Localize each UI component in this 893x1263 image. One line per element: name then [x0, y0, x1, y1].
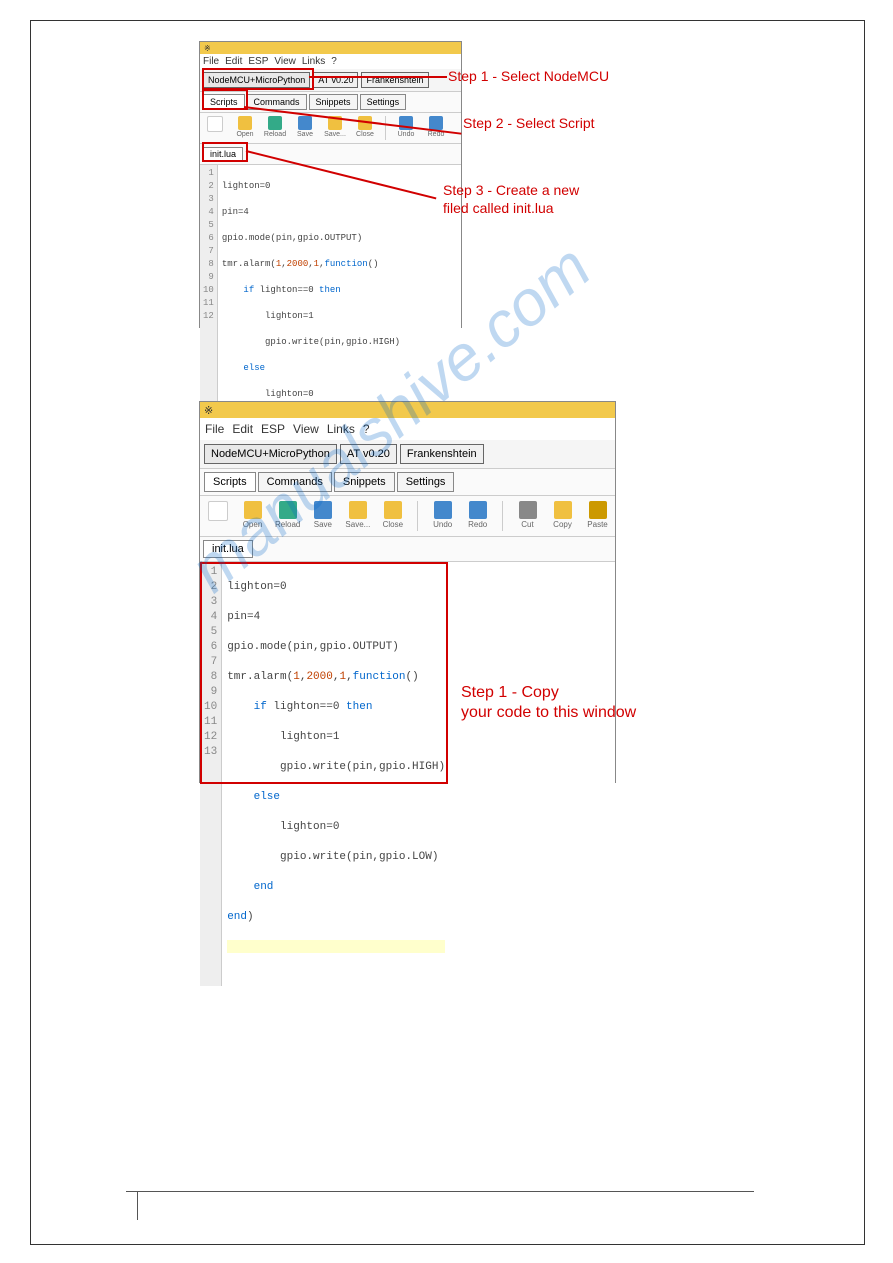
filetab-initlua[interactable]: init.lua [203, 540, 253, 558]
tab-scripts[interactable]: Scripts [203, 94, 245, 110]
menu-view[interactable]: View [293, 422, 319, 436]
filetab-initlua[interactable]: init.lua [203, 147, 243, 161]
undo-icon [434, 501, 452, 519]
titlebar: ※ [200, 402, 615, 418]
tab-scripts[interactable]: Scripts [204, 472, 256, 492]
titlebar: ※ [200, 42, 461, 54]
new-icon [208, 501, 228, 521]
btn-new[interactable] [205, 501, 230, 531]
firmware-tab-row: NodeMCU+MicroPython AT v0.20 Frankenshte… [200, 440, 615, 469]
menu-links[interactable]: Links [327, 422, 355, 436]
save-icon [314, 501, 332, 519]
menubar: File Edit ESP View Links ? [200, 54, 461, 69]
menu-links[interactable]: Links [302, 56, 325, 67]
btn-reload[interactable]: Reload [275, 501, 300, 531]
paste-icon [589, 501, 607, 519]
tab-at[interactable]: AT v0.20 [340, 444, 397, 464]
btn-saveas[interactable]: Save... [345, 501, 370, 531]
btn-copy[interactable]: Copy [550, 501, 575, 531]
tab-nodemcu[interactable]: NodeMCU+MicroPython [204, 444, 337, 464]
menu-edit[interactable]: Edit [232, 422, 253, 436]
tab-settings[interactable]: Settings [397, 472, 455, 492]
footer-rule [126, 1191, 754, 1192]
app-icon: ※ [204, 44, 211, 53]
tab-snippets[interactable]: Snippets [334, 472, 395, 492]
btn-open[interactable]: Open [240, 501, 265, 531]
tab-at[interactable]: AT v0.20 [313, 72, 358, 88]
screenshot-2: ※ File Edit ESP View Links ? NodeMCU+Mic… [199, 401, 616, 783]
anno-step1b-a: Step 1 - Copy [461, 684, 559, 702]
firmware-tab-row: NodeMCU+MicroPython AT v0.20 Frankenshte… [200, 69, 461, 92]
line-gutter: 1234 5678 9101112 13 [200, 562, 222, 986]
saveas-icon [349, 501, 367, 519]
sub-tab-row: Scripts Commands Snippets Settings [200, 469, 615, 496]
btn-save[interactable]: Save [310, 501, 335, 531]
tab-frankenshtein[interactable]: Frankenshtein [400, 444, 484, 464]
separator [417, 501, 418, 531]
tab-nodemcu[interactable]: NodeMCU+MicroPython [203, 72, 310, 88]
redo-icon [429, 116, 443, 130]
screenshot-1: ※ File Edit ESP View Links ? NodeMCU+Mic… [199, 41, 462, 328]
page-frame: ※ File Edit ESP View Links ? NodeMCU+Mic… [30, 20, 865, 1245]
tab-settings[interactable]: Settings [360, 94, 407, 110]
app-icon: ※ [204, 404, 213, 417]
close-icon [384, 501, 402, 519]
anno-step1b-b: your code to this window [461, 704, 636, 722]
copy-icon [554, 501, 572, 519]
btn-close[interactable]: Close [380, 501, 405, 531]
arrow-1 [309, 76, 447, 78]
anno-step3a: Step 3 - Create a new [443, 181, 579, 199]
cut-icon [519, 501, 537, 519]
open-icon [238, 116, 252, 130]
menu-edit[interactable]: Edit [225, 56, 242, 67]
anno-step2: Step 2 - Select Script [463, 114, 595, 132]
menu-help[interactable]: ? [331, 56, 337, 67]
separator [502, 501, 503, 531]
btn-new[interactable] [203, 116, 227, 140]
btn-redo[interactable]: Redo [465, 501, 490, 531]
redo-icon [469, 501, 487, 519]
separator [385, 116, 386, 140]
anno-step1: Step 1 - Select NodeMCU [448, 67, 609, 85]
footer-vertical [137, 1192, 138, 1220]
tab-commands[interactable]: Commands [258, 472, 332, 492]
btn-paste[interactable]: Paste [585, 501, 610, 531]
btn-open[interactable]: Open [233, 116, 257, 140]
menu-esp[interactable]: ESP [261, 422, 285, 436]
menu-help[interactable]: ? [363, 422, 370, 436]
btn-reload[interactable]: Reload [263, 116, 287, 140]
reload-icon [279, 501, 297, 519]
file-tab-row: init.lua [200, 144, 461, 165]
tab-frankenshtein[interactable]: Frankenshtein [361, 72, 428, 88]
reload-icon [268, 116, 282, 130]
btn-undo[interactable]: Undo [430, 501, 455, 531]
code-text[interactable]: lighton=0 pin=4 gpio.mode(pin,gpio.OUTPU… [222, 562, 450, 986]
toolbar: Open Reload Save Save... Close Undo Redo… [200, 496, 615, 537]
btn-save[interactable]: Save [293, 116, 317, 140]
menu-file[interactable]: File [203, 56, 219, 67]
btn-cut[interactable]: Cut [515, 501, 540, 531]
file-tab-row: init.lua [200, 537, 615, 562]
open-icon [244, 501, 262, 519]
menu-view[interactable]: View [274, 56, 296, 67]
tab-snippets[interactable]: Snippets [309, 94, 358, 110]
sub-tab-row: Scripts Commands Snippets Settings [200, 92, 461, 113]
code-editor[interactable]: 1234 5678 9101112 13 lighton=0 pin=4 gpi… [200, 562, 615, 986]
save-icon [298, 116, 312, 130]
menu-esp[interactable]: ESP [248, 56, 268, 67]
current-line-highlight [227, 940, 445, 953]
new-icon [207, 116, 223, 132]
anno-step3b: filed called init.lua [443, 199, 554, 217]
menu-file[interactable]: File [205, 422, 224, 436]
menubar: File Edit ESP View Links ? [200, 418, 615, 440]
